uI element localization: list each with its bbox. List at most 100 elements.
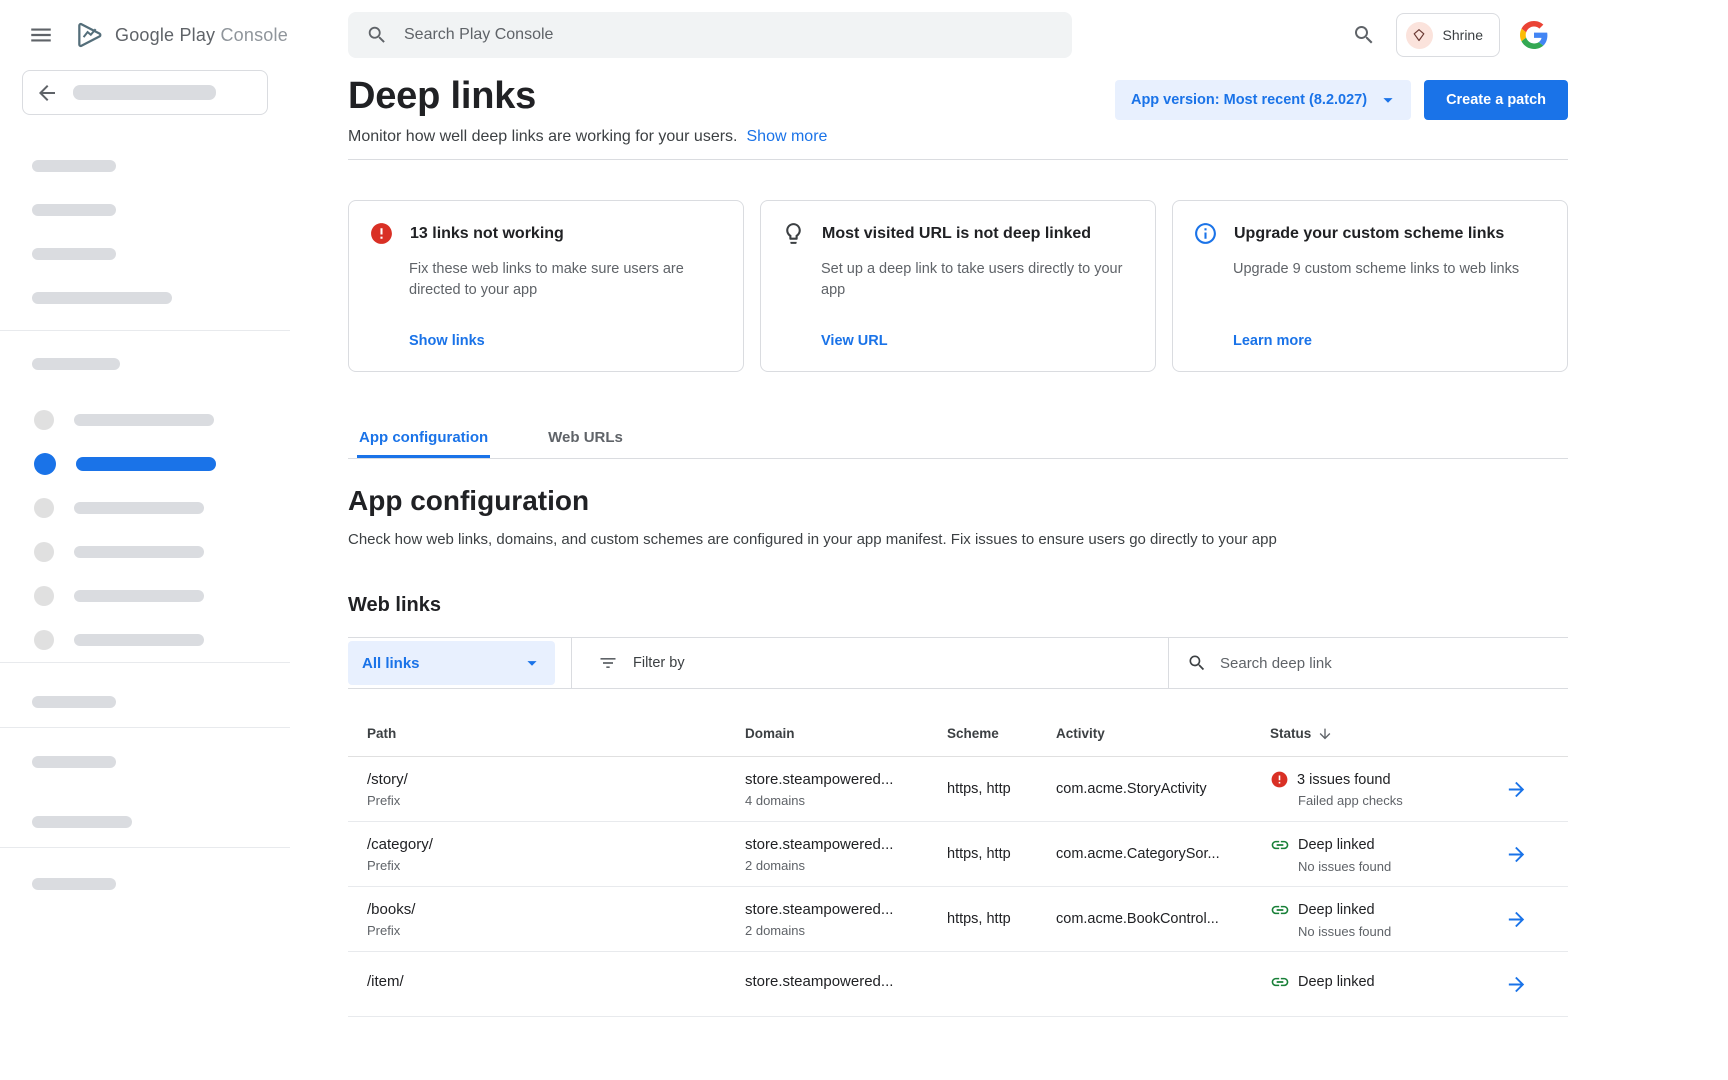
sidebar: Google Play Console — [0, 0, 290, 1080]
column-scheme: Scheme — [947, 726, 1056, 741]
app-version-selector[interactable]: App version: Most recent (8.2.027) — [1115, 80, 1411, 120]
path-cell: /story/ Prefix — [367, 771, 745, 808]
status-detail: Failed app checks — [1298, 793, 1480, 808]
domain-value: store.steampowered... — [745, 973, 947, 990]
console-search[interactable] — [348, 12, 1072, 58]
sidebar-nav-group-5 — [0, 878, 290, 890]
domain-value: store.steampowered... — [745, 836, 947, 853]
play-console-app: Google Play Console — [0, 0, 1728, 1080]
skeleton-circle — [34, 498, 54, 518]
table-row[interactable]: /category/ Prefix store.steampowered... … — [348, 822, 1568, 887]
skeleton-bar — [73, 85, 216, 100]
console-search-input[interactable] — [404, 26, 1054, 44]
menu-button[interactable] — [28, 22, 54, 48]
sidebar-item — [0, 530, 290, 574]
card-header: Most visited URL is not deep linked — [781, 221, 1135, 246]
brand-console: Console — [220, 25, 287, 45]
error-icon — [369, 221, 394, 246]
scheme-cell: https, http — [947, 846, 1056, 862]
topbar: Shrine — [290, 0, 1728, 70]
topbar-right: Shrine — [1352, 13, 1548, 57]
status-cell: 3 issues found Failed app checks — [1270, 770, 1480, 808]
path-value: /books/ — [367, 901, 745, 918]
skeleton-bar — [32, 358, 120, 370]
tab-app-configuration[interactable]: App configuration — [357, 414, 490, 458]
link-icon — [1270, 972, 1290, 992]
path-type: Prefix — [367, 793, 745, 808]
lightbulb-icon — [781, 221, 806, 246]
sidebar-nav-group-2 — [0, 358, 290, 370]
learn-more-link[interactable]: Learn more — [1233, 333, 1547, 349]
path-cell: /books/ Prefix — [367, 901, 745, 938]
sidebar-header: Google Play Console — [0, 0, 290, 70]
create-patch-button[interactable]: Create a patch — [1424, 80, 1568, 120]
row-detail-button[interactable] — [1505, 973, 1528, 996]
brand-text: Google Play Console — [115, 25, 288, 46]
arrow-forward-icon — [1505, 843, 1528, 866]
path-value: /story/ — [367, 771, 745, 788]
card-title: Upgrade your custom scheme links — [1234, 225, 1504, 243]
card-header: Upgrade your custom scheme links — [1193, 221, 1547, 246]
filter-by-button[interactable]: Filter by — [598, 653, 685, 673]
arrow-forward-icon — [1505, 778, 1528, 801]
app-selector[interactable] — [22, 70, 268, 115]
deep-link-search[interactable] — [1168, 638, 1568, 688]
table-row[interactable]: /books/ Prefix store.steampowered... 2 d… — [348, 887, 1568, 952]
card-most-visited-url: Most visited URL is not deep linked Set … — [760, 200, 1156, 372]
app-version-label: App version: Most recent (8.2.027) — [1131, 92, 1367, 108]
domain-count: 4 domains — [745, 793, 947, 808]
current-app-chip[interactable]: Shrine — [1396, 13, 1500, 57]
skeleton-circle — [34, 410, 54, 430]
column-status-sort[interactable]: Status — [1270, 726, 1480, 742]
page-header-left: Deep links Monitor how well deep links a… — [348, 72, 827, 146]
card-header: 13 links not working — [369, 221, 723, 246]
main-area: Shrine Deep links Monito — [290, 0, 1728, 1080]
skeleton-bar — [32, 816, 132, 828]
show-more-link[interactable]: Show more — [747, 128, 828, 146]
table-row[interactable]: /item/ store.steampowered... Deep linked — [348, 952, 1568, 1017]
column-activity: Activity — [1056, 726, 1270, 741]
scheme-cell: https, http — [947, 911, 1056, 927]
links-filter-label: All links — [362, 655, 420, 672]
toolbar-divider — [571, 638, 572, 688]
play-console-icon — [74, 19, 106, 51]
sidebar-nav-list — [0, 398, 290, 662]
domain-cell: store.steampowered... 4 domains — [745, 771, 947, 808]
tab-bar: App configuration Web URLs — [348, 414, 1568, 459]
skeleton-bar — [74, 502, 204, 514]
status-cell: Deep linked No issues found — [1270, 900, 1480, 939]
hamburger-icon — [28, 22, 54, 48]
skeleton-bar — [32, 204, 116, 216]
scheme-cell: https, http — [947, 781, 1056, 797]
sidebar-nav-group-1 — [0, 160, 290, 304]
link-icon — [1270, 835, 1290, 855]
skeleton-bar — [32, 160, 116, 172]
google-account-button[interactable] — [1520, 21, 1548, 49]
row-detail-button[interactable] — [1505, 778, 1528, 801]
card-body: Upgrade 9 custom scheme links to web lin… — [1233, 259, 1545, 280]
row-detail-button[interactable] — [1505, 908, 1528, 931]
sidebar-nav-group-4 — [0, 756, 290, 828]
sidebar-item-active[interactable] — [0, 442, 290, 486]
card-body: Set up a deep link to take users directl… — [821, 259, 1133, 301]
domain-cell: store.steampowered... 2 domains — [745, 901, 947, 938]
chevron-down-icon — [1377, 89, 1399, 111]
sort-descending-icon — [1317, 726, 1333, 742]
path-cell: /category/ Prefix — [367, 836, 745, 873]
deep-link-search-input[interactable] — [1220, 655, 1550, 672]
table-header: Path Domain Scheme Activity Status — [348, 711, 1568, 757]
skeleton-bar — [32, 696, 116, 708]
view-url-link[interactable]: View URL — [821, 333, 1135, 349]
path-type: Prefix — [367, 923, 745, 938]
tab-web-urls[interactable]: Web URLs — [546, 414, 625, 458]
row-detail-button[interactable] — [1505, 843, 1528, 866]
links-filter-dropdown[interactable]: All links — [348, 641, 555, 685]
sidebar-item — [0, 618, 290, 662]
domain-value: store.steampowered... — [745, 771, 947, 788]
show-links-link[interactable]: Show links — [409, 333, 723, 349]
path-type: Prefix — [367, 858, 745, 873]
global-search-button[interactable] — [1352, 23, 1376, 47]
table-row[interactable]: /story/ Prefix store.steampowered... 4 d… — [348, 757, 1568, 822]
skeleton-bar — [32, 292, 172, 304]
path-value: /category/ — [367, 836, 745, 853]
